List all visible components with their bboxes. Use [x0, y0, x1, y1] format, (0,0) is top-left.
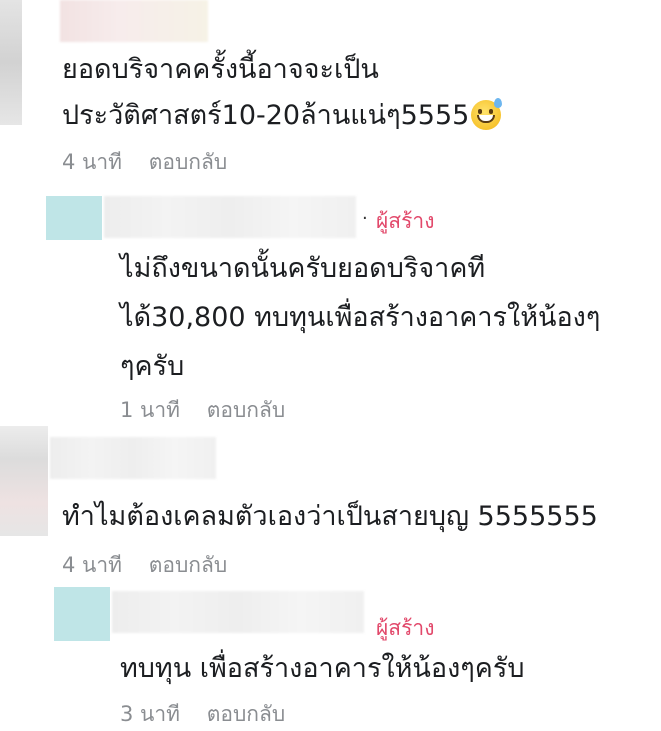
comment-text: ยอดบริจาคครั้งนี้อาจจะเป็น ประวัติศาสตร์… [62, 47, 503, 139]
reply-link[interactable]: ตอบกลับ [207, 394, 286, 427]
creator-badge: ผู้สร้าง [376, 209, 435, 233]
comment-line: ได้30,800 ทบทุนเพื่อสร้างอาคารให้น้องๆ [120, 302, 601, 333]
commenter-name-blurred[interactable] [60, 0, 208, 42]
creator-badge: ผู้สร้าง [376, 616, 435, 640]
comment-line: ยอดบริจาคครั้งนี้อาจจะเป็น [62, 54, 379, 85]
commenter-name-blurred[interactable] [104, 196, 356, 238]
comment-meta: 4 นาที ตอบกลับ [62, 146, 227, 179]
commenter-name-blurred[interactable] [50, 437, 216, 479]
comment-text: ทบทุน เพื่อสร้างอาคารให้น้องๆครับ [120, 646, 525, 692]
avatar[interactable] [0, 426, 48, 536]
avatar[interactable] [46, 196, 102, 240]
reply-link[interactable]: ตอบกลับ [149, 146, 228, 179]
timestamp: 4 นาที [62, 553, 123, 577]
comment-line: ทบทุน เพื่อสร้างอาคารให้น้องๆครับ [120, 653, 525, 684]
reply-link[interactable]: ตอบกลับ [149, 549, 228, 582]
timestamp: 3 นาที [120, 702, 181, 726]
avatar[interactable] [0, 0, 22, 125]
comment-text: ไม่ถึงขนาดนั้นครับยอดบริจาคที ได้30,800 … [120, 244, 600, 391]
reply-link[interactable]: ตอบกลับ [207, 698, 286, 731]
comment-line: ไม่ถึงขนาดนั้นครับยอดบริจาคที [120, 253, 486, 284]
avatar[interactable] [54, 587, 110, 641]
comment-line: ทำไมต้องเคลมตัวเองว่าเป็นสายบุญ 5555555 [62, 501, 598, 532]
comment-meta: 1 นาที ตอบกลับ [120, 394, 285, 427]
timestamp: 4 นาที [62, 150, 123, 174]
commenter-name-blurred[interactable] [112, 591, 364, 633]
comment-text: ทำไมต้องเคลมตัวเองว่าเป็นสายบุญ 5555555 [62, 494, 598, 540]
comment-line: ๆครับ [120, 351, 185, 382]
comment-meta: 4 นาที ตอบกลับ [62, 549, 227, 582]
grinning-sweat-emoji [471, 98, 503, 130]
timestamp: 1 นาที [120, 398, 181, 422]
comment-meta: 3 นาที ตอบกลับ [120, 698, 285, 731]
separator-dot: · [362, 208, 368, 229]
comment-line: ประวัติศาสตร์10-20ล้านแน่ๆ5555 [62, 93, 503, 139]
